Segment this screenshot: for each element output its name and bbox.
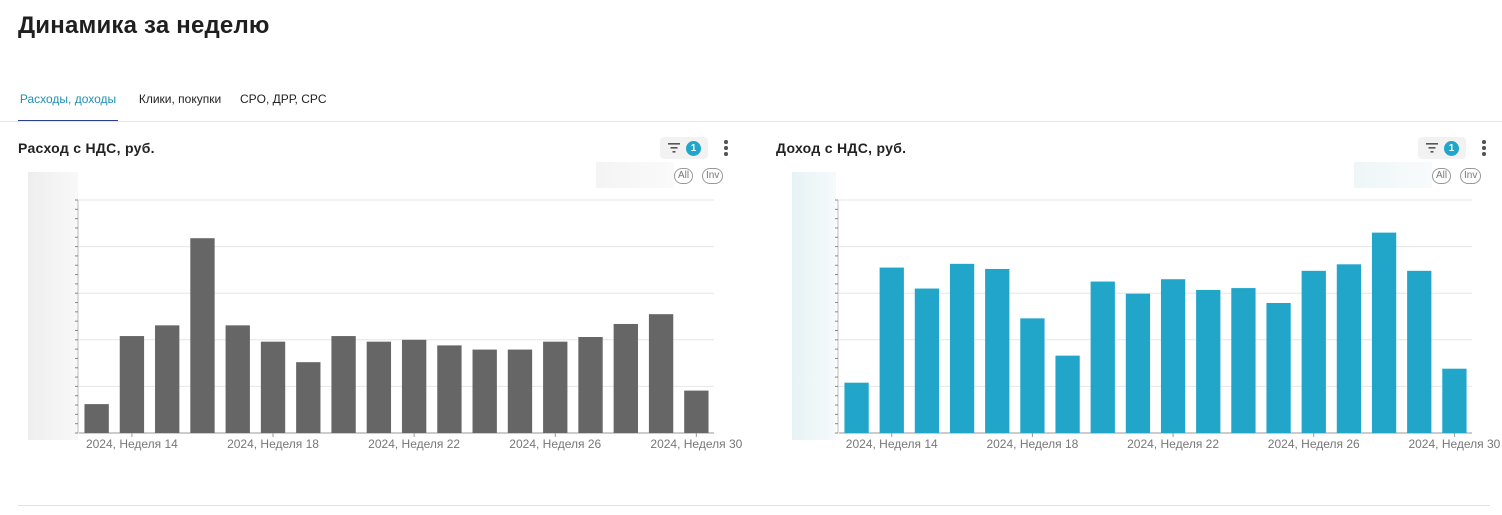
- tab-cpo-drr-cpc[interactable]: CPO, ДРР, CPC: [240, 80, 327, 120]
- bar[interactable]: [844, 382, 869, 433]
- bar[interactable]: [1442, 368, 1467, 433]
- bar[interactable]: [684, 390, 709, 433]
- bar[interactable]: [1371, 232, 1397, 433]
- income-filter-button[interactable]: 1: [1418, 137, 1466, 159]
- bar[interactable]: [296, 362, 321, 433]
- tab-expenses-income[interactable]: Расходы, доходы: [18, 80, 118, 122]
- income-chart-title: Доход с НДС, руб.: [776, 140, 907, 156]
- expense-chart-title: Расход с НДС, руб.: [18, 140, 155, 156]
- tab-clicks-purchases[interactable]: Клики, покупки: [134, 80, 226, 120]
- bar[interactable]: [1090, 281, 1115, 433]
- bar[interactable]: [949, 263, 975, 433]
- bar[interactable]: [1055, 355, 1080, 433]
- x-tick-label: 2024, Неделя 14: [846, 437, 938, 451]
- bar[interactable]: [401, 339, 427, 433]
- x-tick-label: 2024, Неделя 14: [86, 437, 178, 451]
- y-axis-labels-redacted: [28, 172, 78, 440]
- bar[interactable]: [1125, 293, 1151, 433]
- x-tick-label: 2024, Неделя 26: [509, 437, 601, 451]
- bar[interactable]: [985, 268, 1010, 433]
- bar[interactable]: [879, 267, 904, 433]
- bar[interactable]: [1196, 289, 1221, 433]
- bar[interactable]: [1160, 279, 1186, 433]
- y-axis-labels-redacted: [792, 172, 836, 440]
- expense-chart-panel: Расход с НДС, руб. 1 All Inv 2024, Недел…: [18, 130, 748, 460]
- bar[interactable]: [331, 336, 356, 433]
- bar[interactable]: [190, 238, 215, 433]
- expense-filter-button[interactable]: 1: [660, 137, 708, 159]
- expense-bar-chart: 2024, Неделя 14 2024, Неделя 18 2024, Неде…: [28, 172, 743, 451]
- income-chart-panel: Доход с НДС, руб. 1 All Inv 2024, Неделя…: [776, 130, 1502, 460]
- bar[interactable]: [1020, 318, 1045, 433]
- bar[interactable]: [119, 336, 145, 433]
- bar[interactable]: [543, 341, 568, 433]
- x-tick-label: 2024, Неделя 22: [1127, 437, 1219, 451]
- x-tick-label: 2024, Неделя 18: [986, 437, 1078, 451]
- bar[interactable]: [578, 337, 603, 433]
- bar[interactable]: [648, 314, 674, 433]
- x-tick-label: 2024, Неделя 18: [227, 437, 319, 451]
- bar[interactable]: [914, 288, 940, 433]
- bar[interactable]: [84, 404, 109, 433]
- page-title: Динамика за неделю: [18, 12, 270, 39]
- bar[interactable]: [507, 349, 533, 433]
- bar[interactable]: [437, 345, 462, 433]
- x-tick-label: 2024, Неделя 26: [1268, 437, 1360, 451]
- bar[interactable]: [1336, 264, 1362, 433]
- bar[interactable]: [1266, 302, 1291, 433]
- x-tick-label: 2024, Неделя 30: [650, 437, 742, 451]
- filter-icon: [1426, 143, 1438, 153]
- filter-icon: [668, 143, 680, 153]
- bar[interactable]: [260, 341, 286, 433]
- bar[interactable]: [472, 349, 497, 433]
- income-bar-chart: 2024, Неделя 14 2024, Неделя 18 2024, Неде…: [792, 172, 1501, 451]
- bar[interactable]: [613, 323, 638, 433]
- x-tick-label: 2024, Неделя 30: [1408, 437, 1500, 451]
- filter-count-badge: 1: [686, 141, 701, 156]
- filter-count-badge: 1: [1444, 141, 1459, 156]
- bar[interactable]: [1231, 288, 1256, 433]
- income-more-menu-icon[interactable]: [1478, 138, 1490, 158]
- tabs-divider: [0, 121, 1502, 122]
- bar[interactable]: [155, 325, 180, 433]
- bar[interactable]: [1301, 270, 1326, 433]
- bar[interactable]: [366, 341, 392, 433]
- expense-more-menu-icon[interactable]: [720, 138, 732, 158]
- bar[interactable]: [1407, 270, 1432, 433]
- x-tick-label: 2024, Неделя 22: [368, 437, 460, 451]
- bar[interactable]: [225, 325, 250, 433]
- bottom-divider: [18, 505, 1490, 506]
